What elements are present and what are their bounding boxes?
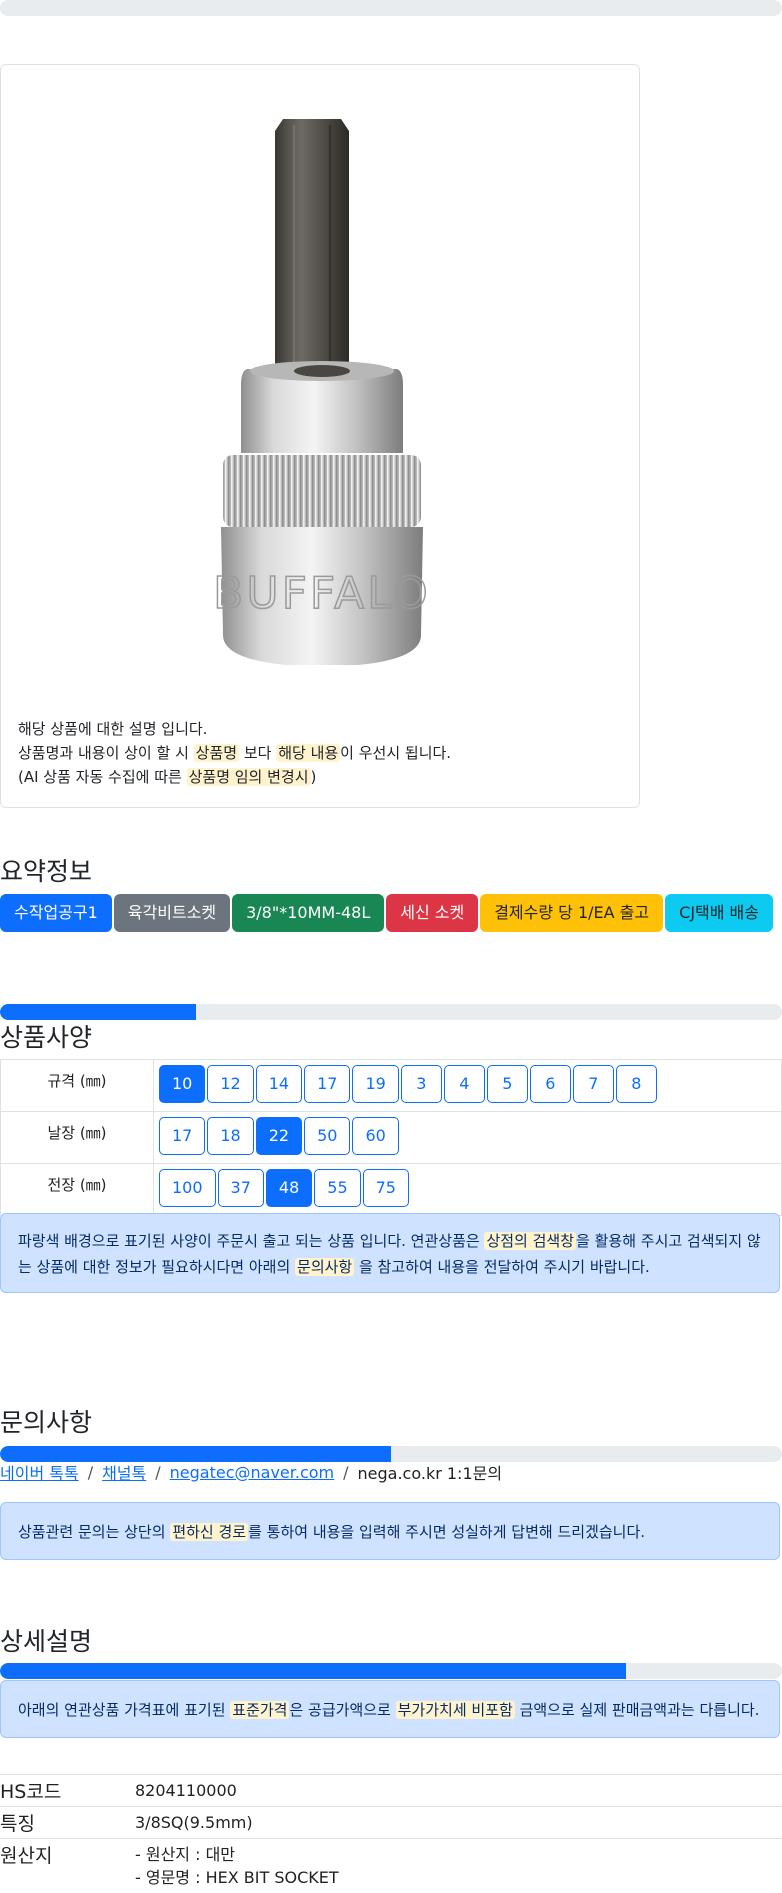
hs-value: 8204110000: [135, 1775, 782, 1807]
origin-value: - 원산지 : 대만- 영문명 : HEX BIT SOCKET: [135, 1839, 782, 1893]
spec-title: 상품사양: [0, 1018, 92, 1054]
highlight-convenient-route: 편하신 경로: [170, 1523, 248, 1541]
note-text: 파랑색 배경으로 표기된 사양이 주문시 출고 되는 상품 입니다. 연관상품은: [18, 1232, 484, 1250]
desc-text: ): [311, 768, 317, 786]
highlight-vat-excluded: 부가가치세 비포함: [396, 1701, 515, 1719]
spec-options-cell: 1012141719345678: [154, 1060, 782, 1112]
product-info-table: HS코드8204110000 특징3/8SQ(9.5mm) 원산지- 원산지 :…: [0, 1774, 782, 1893]
spec-option-button[interactable]: 7: [573, 1065, 614, 1103]
detail-title: 상세설명: [0, 1622, 92, 1658]
channel-talk-link[interactable]: 채널톡: [102, 1460, 146, 1484]
spec-option-button[interactable]: 12: [207, 1065, 253, 1103]
summary-badges: 수작업공구1육각비트소켓3/8"*10MM-48L세신 소켓결제수량 당 1/E…: [0, 894, 773, 932]
info-row-origin: 원산지- 원산지 : 대만- 영문명 : HEX BIT SOCKET: [0, 1839, 782, 1893]
spec-option-button[interactable]: 8: [616, 1065, 657, 1103]
price-note: 아래의 연관상품 가격표에 표기된 표준가격은 공급가액으로 부가가치세 비포함…: [0, 1680, 780, 1738]
highlight-inquiry: 문의사항: [295, 1258, 354, 1276]
site-inquiry-text: nega.co.kr 1:1문의: [358, 1460, 503, 1484]
email-link[interactable]: negatec@naver.com: [170, 1463, 334, 1482]
separator: /: [155, 1463, 160, 1482]
spec-option-button[interactable]: 3: [401, 1065, 442, 1103]
spec-option-button[interactable]: 17: [159, 1117, 205, 1155]
desc-line-2: 상품명과 내용이 상이 할 시 상품명 보다 해당 내용이 우선시 됩니다.: [18, 741, 451, 765]
spec-option-button[interactable]: 50: [304, 1117, 350, 1155]
desc-text: (AI 상품 자동 수집에 따른: [18, 768, 187, 786]
highlight-product-name: 상품명: [194, 744, 239, 762]
note-text: 금액으로 실제 판매금액과는 다릅니다.: [515, 1701, 760, 1719]
spec-table: 규격 (㎜)1012141719345678날장 (㎜)1718225060전장…: [0, 1059, 782, 1216]
inquiry-note: 상품관련 문의는 상단의 편하신 경로를 통하여 내용을 입력해 주시면 성실하…: [0, 1502, 780, 1560]
summary-title: 요약정보: [0, 852, 92, 888]
product-description: 해당 상품에 대한 설명 입니다. 상품명과 내용이 상이 할 시 상품명 보다…: [18, 717, 451, 789]
desc-text: 보다: [239, 744, 276, 762]
spec-option-button[interactable]: 22: [256, 1117, 302, 1155]
spec-option-button[interactable]: 100: [159, 1169, 216, 1207]
highlight-name-change: 상품명 임의 변경시: [187, 768, 311, 786]
highlight-standard-price: 표준가격: [230, 1701, 289, 1719]
spec-row: 규격 (㎜)1012141719345678: [1, 1060, 782, 1112]
product-image: BUFFALO: [1, 65, 639, 665]
spec-options-cell: 1718225060: [154, 1112, 782, 1164]
spec-option-button[interactable]: 55: [314, 1169, 360, 1207]
feature-value: 3/8SQ(9.5mm): [135, 1807, 782, 1839]
summary-badge: 육각비트소켓: [114, 894, 230, 932]
spec-option-button[interactable]: 19: [352, 1065, 398, 1103]
summary-badge: 결제수량 당 1/EA 출고: [480, 894, 663, 932]
spec-option-button[interactable]: 18: [207, 1117, 253, 1155]
summary-badge: CJ택배 배송: [665, 894, 773, 932]
inquiry-links: 네이버 톡톡 / 채널톡 / negatec@naver.com / nega.…: [0, 1460, 502, 1484]
note-text: 은 공급가액으로: [289, 1701, 395, 1719]
spec-note: 파랑색 배경으로 표기된 사양이 주문시 출고 되는 상품 입니다. 연관상품은…: [0, 1213, 780, 1293]
origin-line: - 원산지 : 대만: [135, 1843, 782, 1866]
spec-option-button[interactable]: 14: [256, 1065, 302, 1103]
info-row-hs: HS코드8204110000: [0, 1775, 782, 1807]
note-text: 아래의 연관상품 가격표에 표기된: [18, 1701, 230, 1719]
spec-option-button[interactable]: 17: [304, 1065, 350, 1103]
spec-options: 1012141719345678: [155, 1061, 780, 1107]
spec-option-button[interactable]: 5: [487, 1065, 528, 1103]
spec-label: 규격 (㎜): [1, 1060, 154, 1112]
note-text: 을 참고하여 내용을 전달하여 주시기 바랍니다.: [354, 1258, 650, 1276]
top-progress-bar: [0, 0, 782, 16]
product-image-box: BUFFALO 해당 상품에 대한 설명 입니다. 상품명과 내용이 상이 할 …: [0, 64, 640, 808]
naver-talk-link[interactable]: 네이버 톡톡: [0, 1460, 79, 1484]
note-text: 상품관련 문의는 상단의: [18, 1523, 170, 1541]
spec-progress-bar: [0, 1004, 782, 1020]
inquiry-title: 문의사항: [0, 1403, 92, 1439]
spec-options: 1718225060: [155, 1113, 780, 1159]
detail-progress-bar: [0, 1663, 782, 1679]
spec-options: 10037485575: [155, 1165, 780, 1211]
socket-engraving: BUFFALO: [213, 568, 431, 619]
highlight-search-box: 상점의 검색창: [484, 1232, 576, 1250]
origin-english-name: - 영문명 : HEX BIT SOCKET: [135, 1866, 782, 1889]
spec-option-button[interactable]: 6: [530, 1065, 571, 1103]
spec-option-button[interactable]: 4: [444, 1065, 485, 1103]
spec-option-button[interactable]: 60: [352, 1117, 398, 1155]
spec-label: 전장 (㎜): [1, 1164, 154, 1216]
separator: /: [343, 1463, 348, 1482]
note-text: 를 통하여 내용을 입력해 주시면 성실하게 답변해 드리겠습니다.: [248, 1523, 645, 1541]
info-row-feature: 특징3/8SQ(9.5mm): [0, 1807, 782, 1839]
spec-row: 날장 (㎜)1718225060: [1, 1112, 782, 1164]
desc-line-1: 해당 상품에 대한 설명 입니다.: [18, 717, 451, 741]
spec-option-button[interactable]: 37: [218, 1169, 264, 1207]
spec-option-button[interactable]: 48: [266, 1169, 312, 1207]
highlight-content: 해당 내용: [276, 744, 340, 762]
desc-text: 이 우선시 됩니다.: [340, 744, 451, 762]
summary-badge: 3/8"*10MM-48L: [232, 894, 384, 932]
spec-row: 전장 (㎜)10037485575: [1, 1164, 782, 1216]
origin-label: 원산지: [0, 1839, 135, 1893]
hs-label: HS코드: [0, 1775, 135, 1807]
desc-text: 상품명과 내용이 상이 할 시: [18, 744, 194, 762]
summary-badge: 수작업공구1: [0, 894, 112, 932]
separator: /: [88, 1463, 93, 1482]
summary-badge: 세신 소켓: [386, 894, 478, 932]
spec-label: 날장 (㎜): [1, 1112, 154, 1164]
spec-option-button[interactable]: 10: [159, 1065, 205, 1103]
spec-option-button[interactable]: 75: [363, 1169, 409, 1207]
desc-line-3: (AI 상품 자동 수집에 따른 상품명 임의 변경시): [18, 765, 451, 789]
feature-label: 특징: [0, 1807, 135, 1839]
spec-options-cell: 10037485575: [154, 1164, 782, 1216]
